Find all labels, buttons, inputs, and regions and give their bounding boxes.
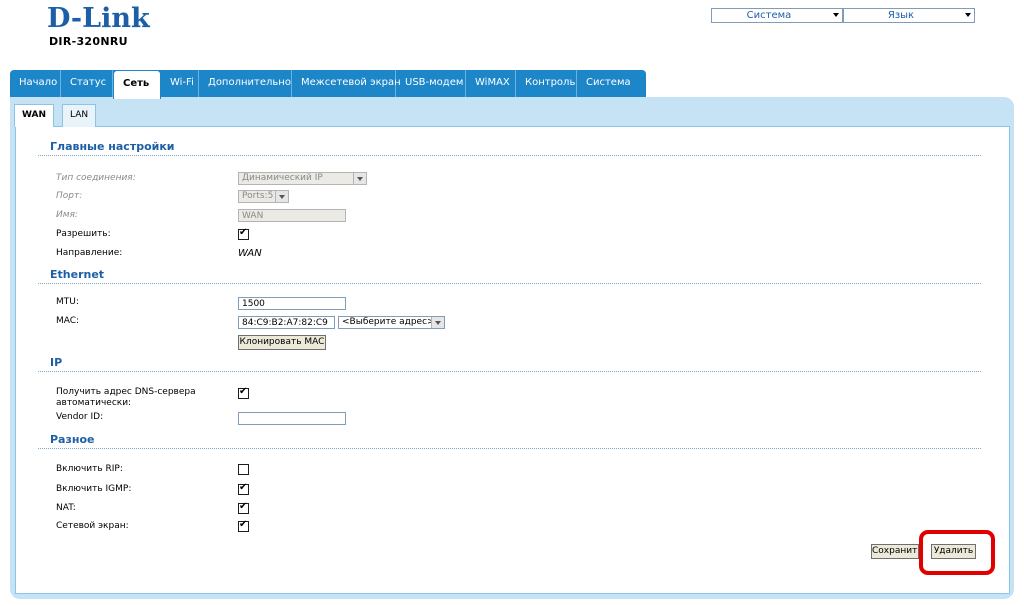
tab-status[interactable]: Статус <box>61 70 113 97</box>
igmp-label: Включить IGMP: <box>56 484 132 494</box>
dlink-logo: D-Link <box>47 4 151 30</box>
vendor-id-label: Vendor ID: <box>56 412 104 422</box>
system-select[interactable]: Система <box>711 8 843 23</box>
direction-value: WAN <box>238 248 262 259</box>
check-icon: ✔ <box>239 482 248 493</box>
vendor-id-input[interactable] <box>238 412 346 425</box>
tab-usb-modem[interactable]: USB-модем <box>396 70 466 97</box>
name-field: WAN <box>238 209 346 222</box>
mtu-label: MTU: <box>56 297 79 307</box>
rip-label: Включить RIP: <box>56 464 123 474</box>
tab-control[interactable]: Контроль <box>516 70 577 97</box>
subtab-wan[interactable]: WAN <box>14 104 55 127</box>
dns-auto-checkbox[interactable]: ✔ <box>238 386 249 399</box>
igmp-checkbox[interactable]: ✔ <box>238 482 249 495</box>
tab-network[interactable]: Сеть <box>113 70 161 99</box>
connection-type-label: Тип соединения: <box>56 173 136 183</box>
connection-type-select: Динамический IP <box>238 172 367 185</box>
tab-advanced[interactable]: Дополнительно <box>199 70 292 97</box>
model-name: DIR-320NRU <box>49 35 128 48</box>
check-icon: ✔ <box>239 501 248 512</box>
firewall-label: Сетевой экран: <box>56 521 129 531</box>
main-tabbar: Начало Статус Сеть Wi-Fi Дополнительно М… <box>10 70 646 99</box>
section-title-ethernet: Ethernet <box>50 268 105 281</box>
tab-wifi[interactable]: Wi-Fi <box>161 70 199 97</box>
dns-auto-label: Получить адрес DNS-сервера автоматически… <box>56 387 196 409</box>
language-select[interactable]: Язык <box>843 8 975 23</box>
section-divider <box>38 371 981 372</box>
tab-wimax[interactable]: WiMAX <box>466 70 516 97</box>
check-icon: ✔ <box>239 519 248 530</box>
chevron-down-icon <box>833 13 839 17</box>
check-icon: ✔ <box>239 227 248 238</box>
chevron-down-icon <box>965 13 971 17</box>
delete-highlight-frame <box>919 530 995 575</box>
section-divider <box>38 155 981 156</box>
mac-label: MAC: <box>56 316 80 326</box>
firewall-checkbox[interactable]: ✔ <box>238 519 249 532</box>
tab-system[interactable]: Система <box>577 70 646 97</box>
logo-text: D-Link <box>47 4 151 30</box>
chevron-down-icon <box>353 173 366 184</box>
clone-mac-button[interactable]: Клонировать MAC <box>238 335 326 350</box>
subtab-lan[interactable]: LAN <box>62 104 97 127</box>
name-label: Имя: <box>56 210 78 220</box>
check-icon: ✔ <box>239 386 248 397</box>
language-select-value: Язык <box>887 10 915 21</box>
mac-address-select[interactable]: <Выберите адрес> <box>338 316 445 329</box>
section-title-misc: Разное <box>50 433 95 446</box>
section-title-ip: IP <box>50 356 63 369</box>
chevron-down-icon <box>275 191 288 202</box>
port-select: Ports:5 <box>238 190 289 203</box>
port-label: Порт: <box>56 191 83 201</box>
port-value: Ports:5 <box>242 191 274 201</box>
system-select-value: Система <box>746 10 792 21</box>
settings-area <box>15 126 1010 594</box>
tab-start[interactable]: Начало <box>10 70 61 97</box>
mac-input[interactable]: 84:C9:B2:A7:82:C9 <box>238 316 335 329</box>
mac-address-select-value: <Выберите адрес> <box>342 317 435 327</box>
section-title-main: Главные настройки <box>50 140 175 153</box>
nat-checkbox[interactable]: ✔ <box>238 501 249 514</box>
direction-label: Направление: <box>56 248 123 258</box>
section-divider <box>38 448 981 449</box>
tab-firewall[interactable]: Межсетевой экран <box>292 70 401 97</box>
save-button[interactable]: Сохранить <box>871 544 919 559</box>
mtu-input[interactable]: 1500 <box>238 297 346 310</box>
enable-checkbox[interactable]: ✔ <box>238 227 249 240</box>
rip-checkbox[interactable] <box>238 464 249 475</box>
connection-type-value: Динамический IP <box>242 173 323 183</box>
enable-label: Разрешить: <box>56 229 111 239</box>
dns-auto-label-line2: автоматически: <box>56 398 132 408</box>
dns-auto-label-line1: Получить адрес DNS-сервера <box>56 387 196 397</box>
section-divider <box>38 283 981 284</box>
nat-label: NAT: <box>56 503 76 513</box>
chevron-down-icon <box>431 317 444 328</box>
